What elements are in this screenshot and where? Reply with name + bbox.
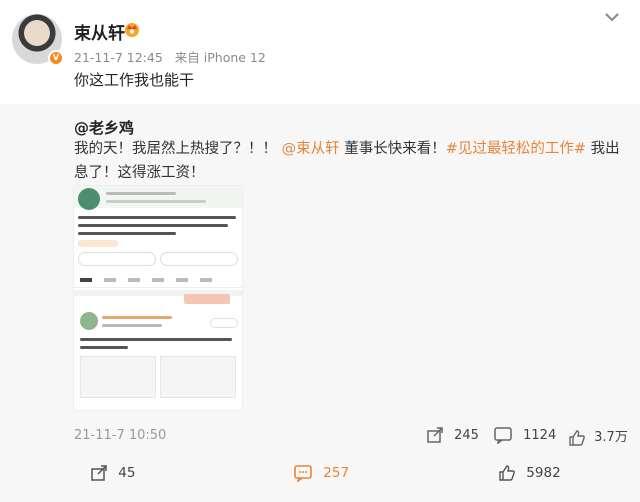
verified-badge-icon: V (48, 50, 64, 66)
repost-comment-count: 1124 (523, 427, 557, 443)
crown-badge-icon (125, 23, 139, 37)
repost-like-button[interactable]: 3.7万 (568, 426, 628, 447)
thumb-avatar (78, 188, 100, 210)
repost-text-a: 我的天！我居然上热搜了？！！ (74, 141, 277, 157)
share-icon (91, 465, 107, 481)
share-button[interactable]: 45 (90, 464, 135, 482)
thumb-line (106, 200, 206, 203)
comment-icon (494, 427, 512, 444)
mention-link[interactable]: @束从轩 (282, 141, 340, 157)
thumb-line (80, 338, 232, 341)
repost-comment-button[interactable]: 1124 (493, 426, 556, 444)
comment-icon (294, 465, 312, 482)
thumb-line (80, 346, 128, 349)
thumb-badge (184, 294, 230, 304)
comment-count: 257 (323, 465, 350, 481)
like-count: 5982 (526, 465, 561, 481)
repost-text: 我的天！我居然上热搜了？！！ @束从轩 董事长快来看！#见过最轻松的工作# 我出… (74, 137, 634, 185)
thumbs-up-icon (499, 465, 515, 481)
chevron-down-icon[interactable] (603, 10, 621, 24)
like-button[interactable]: 5982 (498, 464, 561, 482)
avatar[interactable]: V (12, 14, 64, 66)
repost-share-count: 245 (454, 427, 479, 443)
thumb-line (78, 224, 228, 227)
comment-button[interactable]: 257 (293, 464, 349, 482)
thumb-tabs (74, 274, 242, 288)
thumb-tag (78, 240, 118, 247)
thumb-image (160, 356, 236, 398)
repost-text-b: 董事长快来看！ (339, 141, 446, 157)
embedded-screenshot-image[interactable] (74, 186, 242, 410)
post-date: 21-11-7 12:45 (74, 50, 163, 65)
share-icon (427, 427, 443, 443)
post-text: 你这工作我也能干 (74, 71, 195, 89)
post-card: V 束从轩 21-11-7 12:45 来自 iPhone 12 你这工作我也能… (0, 0, 640, 104)
thumb-button (78, 252, 156, 266)
thumb-line (102, 316, 172, 319)
share-count: 45 (118, 465, 136, 481)
thumb-image (80, 356, 156, 398)
thumb-line (78, 232, 176, 235)
repost-user[interactable]: @老乡鸡 (74, 117, 134, 138)
thumb-follow (210, 318, 238, 328)
post-source: 来自 iPhone 12 (174, 50, 266, 65)
topic-link[interactable]: #见过最轻松的工作# (446, 141, 586, 157)
repost-like-count: 3.7万 (594, 430, 628, 445)
repost-share-button[interactable]: 245 (426, 426, 479, 444)
thumb-line (102, 324, 162, 327)
thumbs-up-icon (569, 429, 585, 446)
author-name[interactable]: 束从轩 (74, 19, 125, 44)
post-meta: 21-11-7 12:45 来自 iPhone 12 (74, 47, 274, 66)
thumb-avatar (80, 312, 98, 330)
thumb-line (78, 216, 236, 219)
thumb-line (106, 192, 176, 195)
repost-time: 21-11-7 10:50 (74, 428, 167, 443)
thumb-button (160, 252, 238, 266)
